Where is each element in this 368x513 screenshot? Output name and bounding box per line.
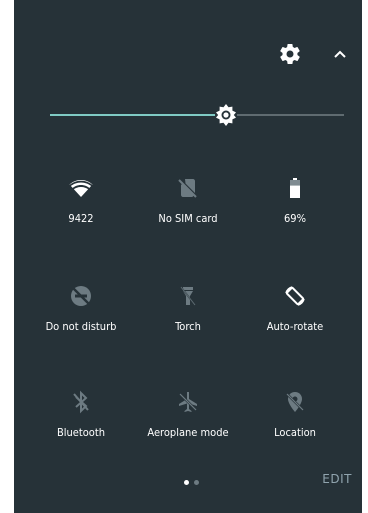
tile-location[interactable]: Location	[240, 390, 350, 446]
bluetooth-icon	[73, 390, 89, 414]
tile-wifi[interactable]: 9422	[26, 176, 136, 232]
collapse-chevron-up-icon[interactable]	[332, 46, 348, 62]
tile-torch[interactable]: Torch	[133, 284, 243, 340]
brightness-slider[interactable]	[50, 103, 344, 127]
tile-label: No SIM card	[158, 212, 218, 225]
brightness-thumb-icon[interactable]	[214, 103, 238, 127]
gear-icon[interactable]	[278, 42, 302, 66]
tile-sim[interactable]: No SIM card	[133, 176, 243, 232]
tile-battery[interactable]: 69%	[240, 176, 350, 232]
tile-aeroplane-mode[interactable]: Aeroplane mode	[133, 390, 243, 446]
page-dot-active[interactable]	[184, 480, 189, 485]
torch-icon	[180, 286, 196, 306]
header-actions	[262, 40, 362, 70]
tile-label: Aeroplane mode	[147, 426, 229, 439]
tile-label: Do not disturb	[45, 320, 117, 333]
brightness-track-remaining	[226, 114, 344, 116]
do-not-disturb-icon	[71, 286, 91, 306]
no-sim-icon	[178, 179, 197, 198]
wifi-icon	[69, 180, 93, 197]
location-icon	[286, 392, 304, 412]
edit-button[interactable]: EDIT	[322, 472, 352, 486]
battery-icon	[290, 178, 300, 198]
tile-bluetooth[interactable]: Bluetooth	[26, 390, 136, 446]
aeroplane-icon	[179, 392, 197, 412]
tile-label: 9422	[68, 212, 94, 225]
tile-label: Torch	[175, 320, 201, 333]
brightness-track-filled	[50, 114, 226, 116]
tile-do-not-disturb[interactable]: Do not disturb	[26, 284, 136, 340]
tile-label: 69%	[284, 212, 306, 225]
tile-label: Bluetooth	[56, 426, 106, 439]
tile-label: Location	[274, 426, 316, 439]
tile-label: Auto-rotate	[266, 320, 324, 333]
auto-rotate-icon	[285, 286, 305, 306]
tile-auto-rotate[interactable]: Auto-rotate	[240, 284, 350, 340]
quick-settings-panel: 9422 No SIM card 69% Do not disturb Torc…	[14, 0, 362, 513]
page-indicator	[184, 480, 204, 486]
page-dot[interactable]	[194, 480, 199, 485]
